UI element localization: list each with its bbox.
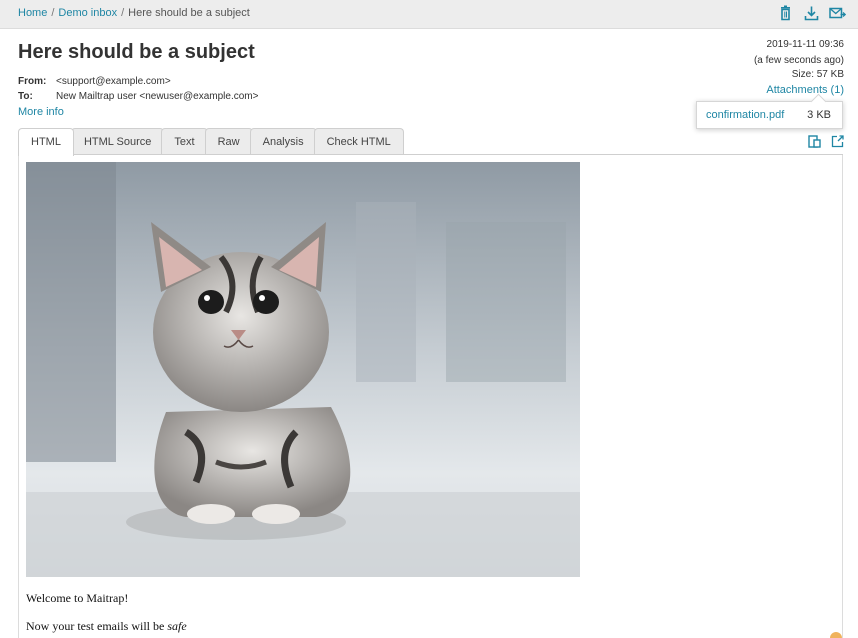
email-safe-line: Now your test emails will be safe — [26, 619, 187, 634]
kitten-image — [26, 162, 580, 577]
email-safe-line-prefix: Now your test emails will be — [26, 619, 165, 633]
breadcrumb-inbox-link[interactable]: Demo inbox — [58, 7, 117, 19]
view-tabs: HTML HTML Source Text Raw Analysis Check… — [18, 128, 404, 156]
tab-raw[interactable]: Raw — [204, 128, 253, 155]
tab-html[interactable]: HTML — [18, 128, 74, 156]
download-icon[interactable] — [803, 5, 820, 21]
to-row: To: New Mailtrap user <newuser@example.co… — [18, 91, 258, 102]
breadcrumb: Home / Demo inbox / Here should be a subject — [18, 7, 250, 19]
from-label: From: — [18, 76, 47, 87]
top-bar: Home / Demo inbox / Here should be a subject — [0, 0, 858, 29]
to-value: New Mailtrap user <newuser@example.com> — [56, 91, 259, 102]
to-label: To: — [18, 91, 33, 102]
tab-check-html[interactable]: Check HTML — [313, 128, 404, 155]
message-actions — [777, 5, 846, 21]
open-external-icon[interactable] — [831, 135, 844, 148]
breadcrumb-separator: / — [51, 7, 55, 19]
attachment-file-link[interactable]: confirmation.pdf — [706, 109, 784, 121]
message-size: Size: 57 KB — [791, 69, 844, 80]
tab-text[interactable]: Text — [161, 128, 208, 155]
attachments-link[interactable]: Attachments (1) — [766, 84, 844, 96]
message-datetime: 2019-11-11 09:36 — [766, 39, 844, 50]
help-widget-dot[interactable] — [830, 632, 842, 638]
from-row: From: <support@example.com> — [18, 76, 171, 87]
from-value: <support@example.com> — [56, 76, 171, 87]
email-safe-emphasis: safe — [167, 619, 187, 633]
more-info-link[interactable]: More info — [18, 106, 64, 118]
breadcrumb-separator: / — [121, 7, 125, 19]
attachment-file-size: 3 KB — [807, 109, 831, 121]
email-welcome-text: Welcome to Maitrap! — [26, 591, 129, 605]
forward-mail-icon[interactable] — [829, 5, 846, 21]
breadcrumb-current: Here should be a subject — [128, 7, 250, 19]
attachments-popover: confirmation.pdf 3 KB — [696, 101, 843, 129]
message-relative-time: (a few seconds ago) — [753, 55, 844, 66]
trash-icon[interactable] — [777, 5, 794, 21]
message-subject: Here should be a subject — [18, 41, 255, 63]
breadcrumb-home-link[interactable]: Home — [18, 7, 47, 19]
tab-analysis[interactable]: Analysis — [249, 128, 317, 155]
view-actions — [808, 135, 844, 148]
tab-html-source[interactable]: HTML Source — [70, 128, 165, 155]
email-html-preview: Welcome to Maitrap! Now your test emails… — [18, 155, 843, 638]
mobile-view-icon[interactable] — [808, 135, 821, 148]
